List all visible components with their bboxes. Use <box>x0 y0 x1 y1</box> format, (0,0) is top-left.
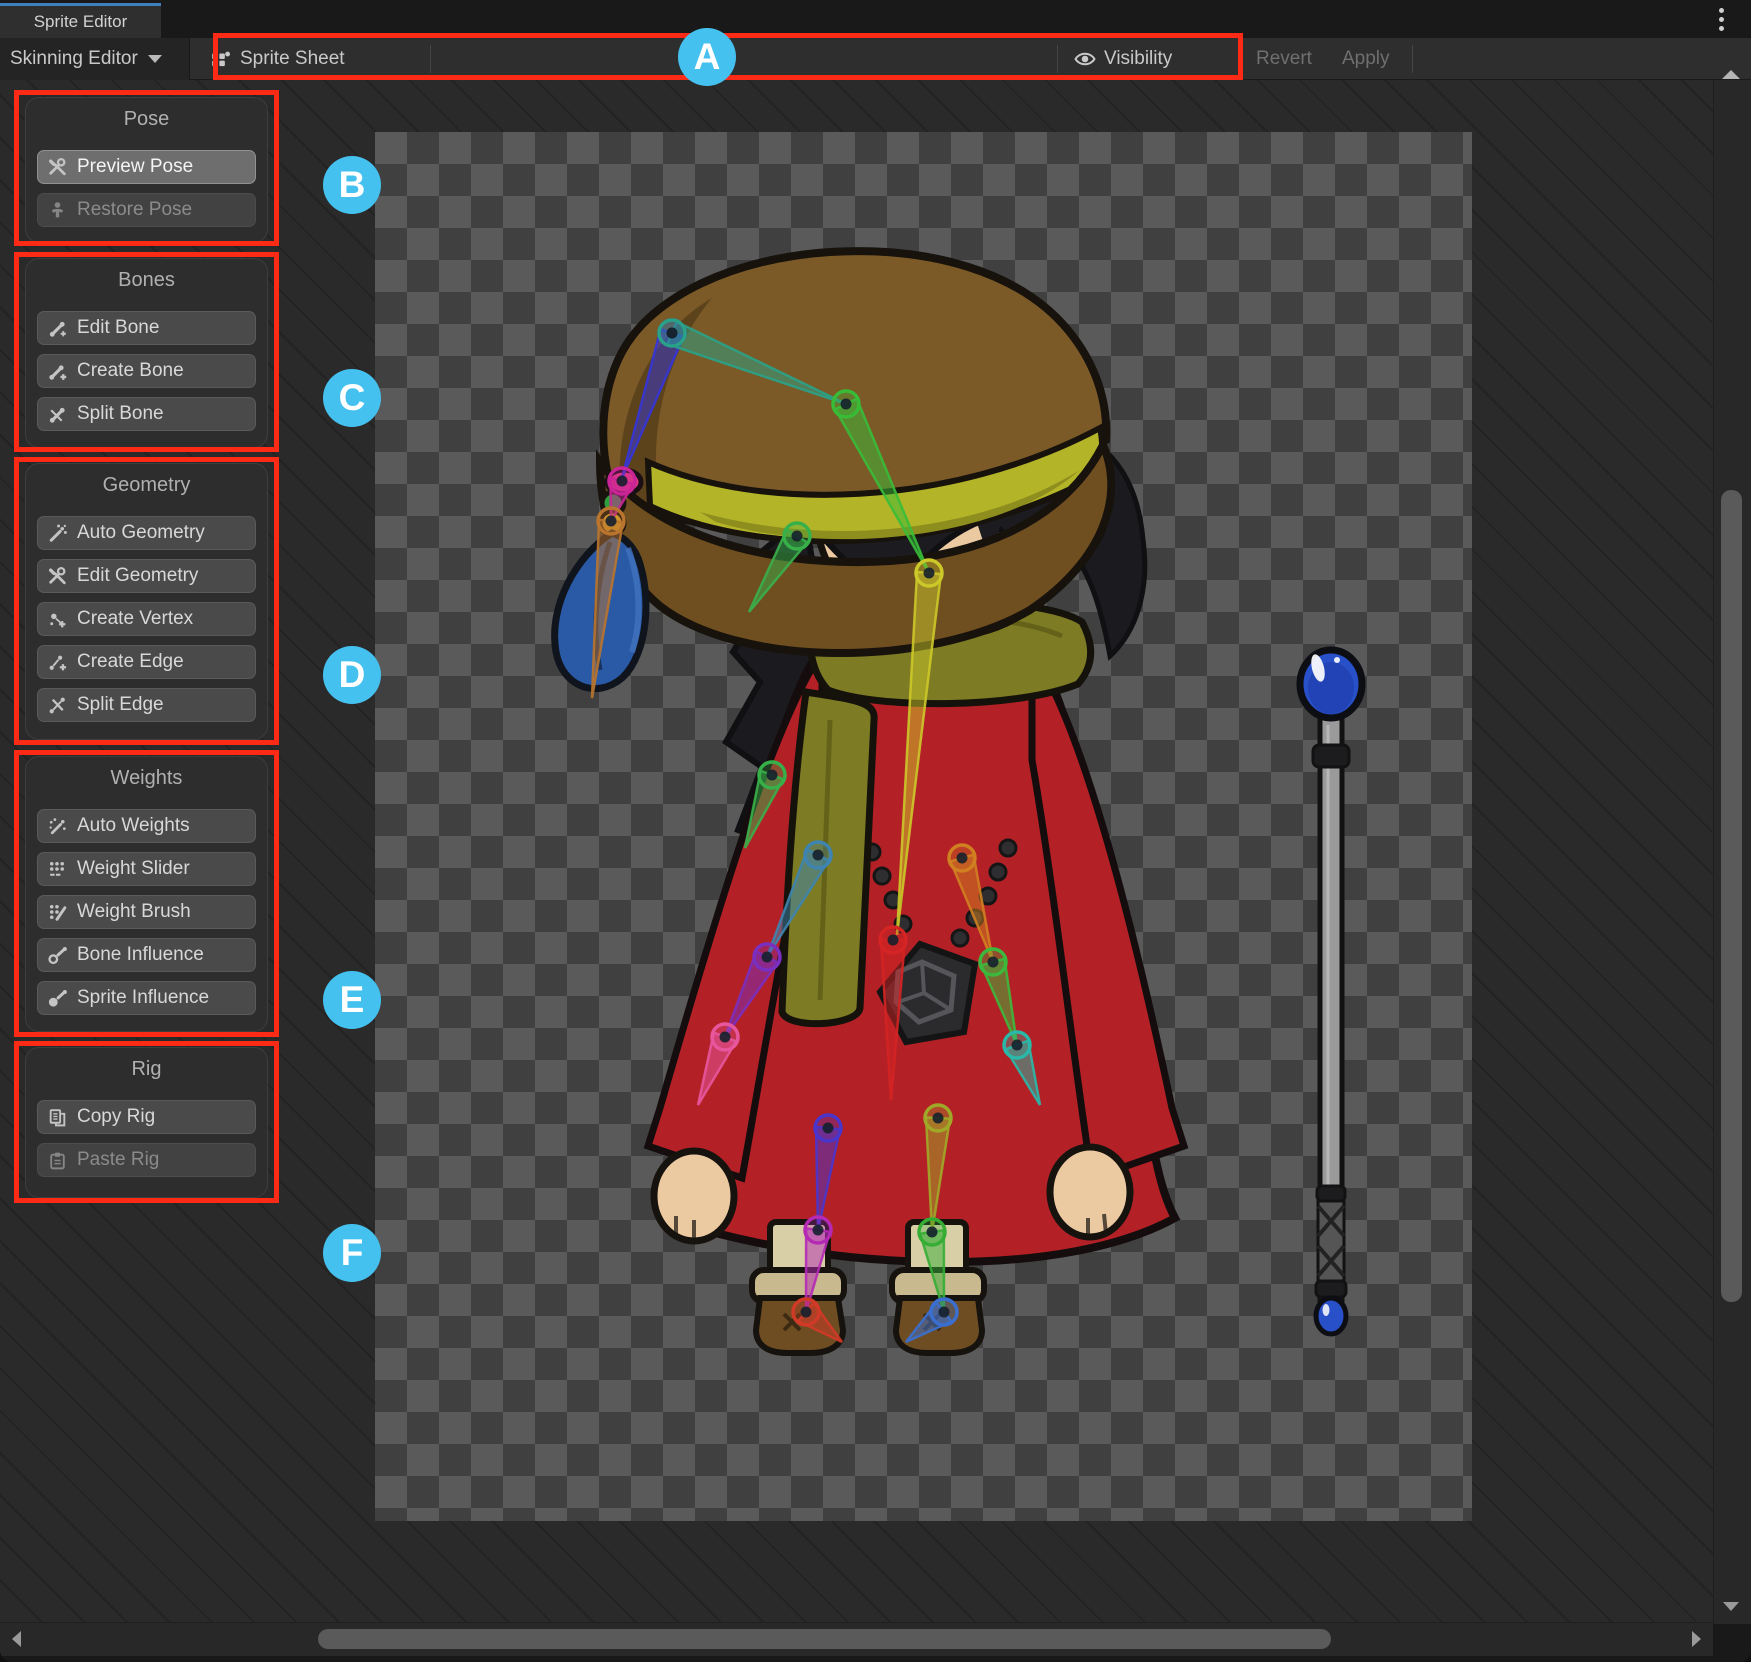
split-edge-button[interactable]: Split Edge <box>37 688 256 722</box>
rig-panel: Rig Copy Rig Paste Rig <box>25 1047 268 1198</box>
create-vertex-icon <box>47 609 68 630</box>
paste-rig-icon <box>47 1150 68 1171</box>
chevron-down-icon <box>148 55 162 63</box>
pose-panel: Pose Preview Pose Restore Pose <box>25 97 268 243</box>
kebab-menu-icon[interactable] <box>1719 8 1725 32</box>
split-bone-button[interactable]: Split Bone <box>37 397 256 431</box>
create-edge-icon <box>47 652 68 673</box>
toolbar-divider <box>1057 45 1058 73</box>
copy-rig-button[interactable]: Copy Rig <box>37 1100 256 1134</box>
dropdown-label: Skinning Editor <box>10 48 138 70</box>
split-bone-icon <box>47 404 68 425</box>
create-bone-icon <box>47 361 68 382</box>
eye-icon <box>1074 48 1096 70</box>
skinning-editor-dropdown[interactable]: Skinning Editor <box>0 38 190 80</box>
toolbar-divider <box>430 45 431 73</box>
sprite-sheet-icon <box>210 48 232 70</box>
bones-panel: Bones Edit Bone Create Bone Split Bone <box>25 258 268 448</box>
restore-pose-icon <box>47 200 68 221</box>
panel-title: Weights <box>26 767 267 793</box>
preview-pose-button[interactable]: Preview Pose <box>37 150 256 184</box>
panel-title: Rig <box>26 1058 267 1084</box>
copy-rig-icon <box>47 1107 68 1128</box>
scroll-up-arrow[interactable] <box>1722 70 1740 79</box>
split-edge-icon <box>47 695 68 716</box>
preview-pose-icon <box>47 157 68 178</box>
edit-geometry-button[interactable]: Edit Geometry <box>37 559 256 593</box>
paste-rig-button[interactable]: Paste Rig <box>37 1143 256 1177</box>
edit-bone-icon <box>47 318 68 339</box>
bone-influence-button[interactable]: Bone Influence <box>37 938 256 972</box>
auto-geometry-icon <box>47 523 68 544</box>
weights-panel: Weights Auto Weights Weight Slider Weigh… <box>25 756 268 1032</box>
sprite-influence-button[interactable]: Sprite Influence <box>37 981 256 1015</box>
geometry-panel: Geometry Auto Geometry Edit Geometry Cre… <box>25 463 268 740</box>
vertical-scrollbar-thumb[interactable] <box>1721 490 1742 1302</box>
tab-sprite-editor[interactable]: Sprite Editor <box>0 3 161 38</box>
weight-brush-button[interactable]: Weight Brush <box>37 895 256 929</box>
panel-title: Geometry <box>26 474 267 500</box>
bone-influence-icon <box>47 945 68 966</box>
visibility-button[interactable]: Visibility <box>1062 38 1184 80</box>
tab-label: Sprite Editor <box>34 12 128 32</box>
weight-slider-button[interactable]: Weight Slider <box>37 852 256 886</box>
toolbar: Skinning Editor Sprite Sheet Visibility … <box>0 38 1751 80</box>
apply-button[interactable]: Apply <box>1330 38 1402 80</box>
panel-title: Bones <box>26 269 267 295</box>
scroll-left-arrow[interactable] <box>12 1631 21 1647</box>
create-edge-button[interactable]: Create Edge <box>37 645 256 679</box>
panel-title: Pose <box>26 108 267 134</box>
toolbar-divider <box>1412 45 1413 73</box>
sprite-editor-window: Sprite Editor Skinning Editor Sprite She… <box>0 0 1751 1662</box>
create-bone-button[interactable]: Create Bone <box>37 354 256 388</box>
toolbar-divider <box>1240 45 1241 73</box>
tab-bar: Sprite Editor <box>0 0 1751 38</box>
horizontal-scrollbar-thumb[interactable] <box>318 1629 1331 1649</box>
weight-slider-icon <box>47 859 68 880</box>
scroll-down-arrow[interactable] <box>1723 1602 1739 1611</box>
sprite-sheet-button[interactable]: Sprite Sheet <box>198 38 357 80</box>
edit-geometry-icon <box>47 566 68 587</box>
scroll-right-arrow[interactable] <box>1692 1631 1701 1647</box>
edit-bone-button[interactable]: Edit Bone <box>37 311 256 345</box>
auto-weights-button[interactable]: Auto Weights <box>37 809 256 843</box>
auto-weights-icon <box>47 816 68 837</box>
revert-button[interactable]: Revert <box>1244 38 1324 80</box>
sprite-canvas[interactable] <box>375 132 1472 1521</box>
create-vertex-button[interactable]: Create Vertex <box>37 602 256 636</box>
sprite-influence-icon <box>47 988 68 1009</box>
auto-geometry-button[interactable]: Auto Geometry <box>37 516 256 550</box>
weight-brush-icon <box>47 902 68 923</box>
restore-pose-button[interactable]: Restore Pose <box>37 193 256 227</box>
